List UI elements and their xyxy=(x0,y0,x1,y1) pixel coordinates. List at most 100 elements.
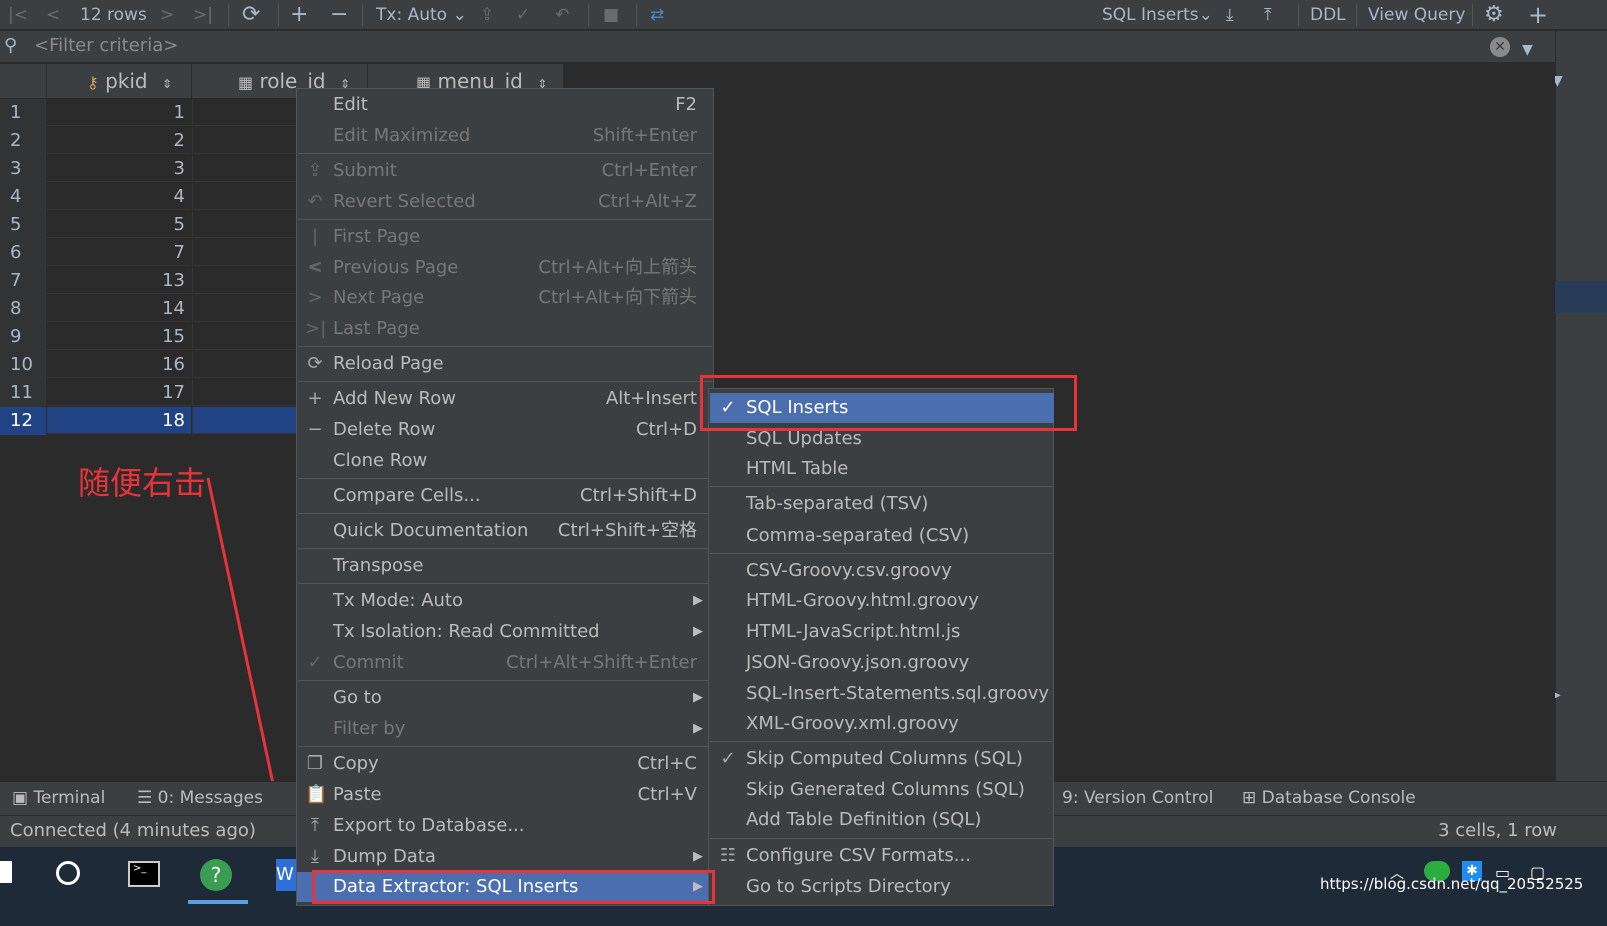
sort-icon[interactable]: ⇕ xyxy=(162,77,172,91)
cell-role-id[interactable] xyxy=(192,155,297,182)
submenu-item-xml-groovy[interactable]: XML-Groovy.xml.groovy xyxy=(710,709,1054,739)
submenu-item-add-table-definition[interactable]: Add Table Definition (SQL) xyxy=(710,805,1054,835)
terminal-app-icon[interactable]: >_ xyxy=(128,861,160,887)
compare-icon[interactable]: ⇄ xyxy=(650,2,664,28)
import-icon[interactable]: ⤒ xyxy=(1264,2,1272,28)
menu-item-quick-documentation[interactable]: Quick Documentation Ctrl+Shift+空格 xyxy=(297,516,713,546)
cell-role-id[interactable] xyxy=(192,99,297,126)
submit-icon[interactable]: ⇪ xyxy=(480,2,494,28)
row-number[interactable]: 10 xyxy=(0,351,46,379)
menu-item-delete-row[interactable]: − Delete Row Ctrl+D xyxy=(297,415,713,445)
extractor-dropdown[interactable]: SQL Inserts⌄ xyxy=(1102,2,1213,28)
menu-item-last-page[interactable]: >| Last Page xyxy=(297,314,713,344)
cell-pkid[interactable]: 1 xyxy=(47,99,191,126)
menu-item-copy[interactable]: ❐ Copy Ctrl+C xyxy=(297,749,713,779)
export-icon[interactable]: ⤓ xyxy=(1226,2,1234,28)
cortana-icon[interactable] xyxy=(56,861,80,885)
next-page-icon[interactable]: > xyxy=(160,2,174,28)
menu-item-previous-page[interactable]: < Previous Page Ctrl+Alt+向上箭头 xyxy=(297,253,713,283)
first-page-icon[interactable]: |< xyxy=(8,2,28,28)
cell-pkid[interactable]: 3 xyxy=(47,155,191,182)
row-number[interactable]: 2 xyxy=(0,127,46,155)
cell-pkid[interactable]: 13 xyxy=(47,267,191,294)
menu-item-paste[interactable]: 📋 Paste Ctrl+V xyxy=(297,780,713,810)
menu-item-clone-row[interactable]: Clone Row xyxy=(297,446,713,476)
submenu-item-skip-computed-columns[interactable]: ✓ Skip Computed Columns (SQL) xyxy=(710,744,1054,774)
menu-item-go-to[interactable]: Go to ▶ xyxy=(297,683,713,713)
menu-item-edit[interactable]: Edit F2 xyxy=(297,90,713,120)
menu-item-first-page[interactable]: |< First Page xyxy=(297,222,713,277)
menu-item-next-page[interactable]: > Next Page Ctrl+Alt+向下箭头 xyxy=(297,283,713,313)
menu-item-revert-selected[interactable]: ↶ Revert Selected Ctrl+Alt+Z xyxy=(297,187,713,217)
windows-start-icon[interactable] xyxy=(0,861,12,883)
tx-mode-dropdown[interactable]: Tx: Auto ⌄ xyxy=(376,2,467,28)
messages-tab[interactable]: ☰ 0: Messages xyxy=(137,788,263,808)
menu-item-dump-data[interactable]: ⤓ Dump Data ▶ xyxy=(297,842,713,872)
cell-role-id[interactable] xyxy=(192,183,297,210)
row-number[interactable]: 8 xyxy=(0,295,46,323)
menu-item-tx-mode[interactable]: Tx Mode: Auto ▶ xyxy=(297,586,713,616)
submenu-item-html-table[interactable]: HTML Table xyxy=(710,454,1054,484)
menu-item-transpose[interactable]: Transpose xyxy=(297,551,713,581)
row-number[interactable]: 3 xyxy=(0,155,46,183)
submenu-item-configure-csv-formats[interactable]: ☷ Configure CSV Formats... xyxy=(710,841,1054,871)
settings-gear-icon[interactable]: ⚙ xyxy=(1484,2,1504,28)
help-app-icon[interactable]: ? xyxy=(200,859,232,891)
submenu-item-json-groovy[interactable]: JSON-Groovy.json.groovy xyxy=(710,648,1054,678)
cell-role-id[interactable] xyxy=(192,323,297,350)
row-number[interactable]: 12 xyxy=(0,407,46,435)
cell-pkid[interactable]: 16 xyxy=(47,351,191,378)
previous-page-icon[interactable]: < xyxy=(46,2,60,28)
reload-icon[interactable]: ⟳ xyxy=(242,2,260,28)
commit-icon[interactable]: ✓ xyxy=(516,2,530,28)
cell-role-id[interactable] xyxy=(192,379,297,406)
submenu-item-skip-generated-columns[interactable]: Skip Generated Columns (SQL) xyxy=(710,775,1054,805)
cell-pkid[interactable]: 4 xyxy=(47,183,191,210)
database-console-tab[interactable]: ⊞ Database Console xyxy=(1242,788,1416,808)
cell-role-id[interactable] xyxy=(192,211,297,238)
add-icon[interactable]: + xyxy=(1528,2,1548,28)
version-control-tab[interactable]: 9: Version Control xyxy=(1062,788,1213,808)
submenu-item-html-javascript[interactable]: HTML-JavaScript.html.js xyxy=(710,617,1054,647)
cell-role-id[interactable] xyxy=(192,351,297,378)
view-query-button[interactable]: View Query xyxy=(1368,2,1465,28)
menu-item-submit[interactable]: ⇪ Submit Ctrl+Enter xyxy=(297,156,713,186)
menu-item-compare-cells[interactable]: Compare Cells... Ctrl+Shift+D xyxy=(297,481,713,511)
submenu-item-csv-groovy[interactable]: CSV-Groovy.csv.groovy xyxy=(710,556,1054,586)
row-number[interactable]: 11 xyxy=(0,379,46,407)
cell-pkid[interactable]: 18 xyxy=(47,407,191,434)
terminal-tab[interactable]: ▣ Terminal xyxy=(12,788,105,808)
submenu-item-go-to-scripts-directory[interactable]: Go to Scripts Directory xyxy=(710,872,1054,902)
cell-role-id[interactable] xyxy=(192,295,297,322)
rollback-icon[interactable]: ↶ xyxy=(555,2,569,28)
delete-row-icon[interactable]: − xyxy=(330,2,348,28)
filter-dropdown-icon[interactable]: ▼ xyxy=(1522,42,1533,58)
ddl-button[interactable]: DDL xyxy=(1310,2,1346,28)
cell-role-id[interactable] xyxy=(192,267,297,294)
add-row-icon[interactable]: + xyxy=(290,2,308,28)
row-number[interactable]: 7 xyxy=(0,267,46,295)
row-number[interactable]: 9 xyxy=(0,323,46,351)
menu-item-commit[interactable]: ✓ Commit Ctrl+Alt+Shift+Enter xyxy=(297,648,713,678)
ide-app-icon[interactable]: W xyxy=(276,859,298,891)
menu-item-export-to-database[interactable]: ⤒ Export to Database... xyxy=(297,811,713,841)
cell-pkid[interactable]: 7 xyxy=(47,239,191,266)
row-number[interactable]: 1 xyxy=(0,99,46,127)
cell-role-id[interactable] xyxy=(192,239,297,266)
column-header-pkid[interactable]: ⚷ pkid ⇕ xyxy=(47,64,191,98)
cell-role-id[interactable] xyxy=(192,407,297,434)
cell-pkid[interactable]: 5 xyxy=(47,211,191,238)
cell-pkid[interactable]: 14 xyxy=(47,295,191,322)
submenu-item-csv[interactable]: Comma-separated (CSV) xyxy=(710,521,1054,551)
row-number[interactable]: 4 xyxy=(0,183,46,211)
menu-item-edit-maximized[interactable]: Edit Maximized Shift+Enter xyxy=(297,121,713,151)
submenu-item-html-groovy[interactable]: HTML-Groovy.html.groovy xyxy=(710,586,1054,616)
row-number[interactable]: 5 xyxy=(0,211,46,239)
filter-input[interactable]: <Filter criteria> xyxy=(34,35,178,56)
cell-pkid[interactable]: 2 xyxy=(47,127,191,154)
menu-item-filter-by[interactable]: Filter by ▶ xyxy=(297,714,713,744)
last-page-icon[interactable]: >| xyxy=(193,2,213,28)
cell-role-id[interactable] xyxy=(192,127,297,154)
submenu-item-sql-insert-statements[interactable]: SQL-Insert-Statements.sql.groovy xyxy=(710,679,1054,709)
row-number[interactable]: 6 xyxy=(0,239,46,267)
